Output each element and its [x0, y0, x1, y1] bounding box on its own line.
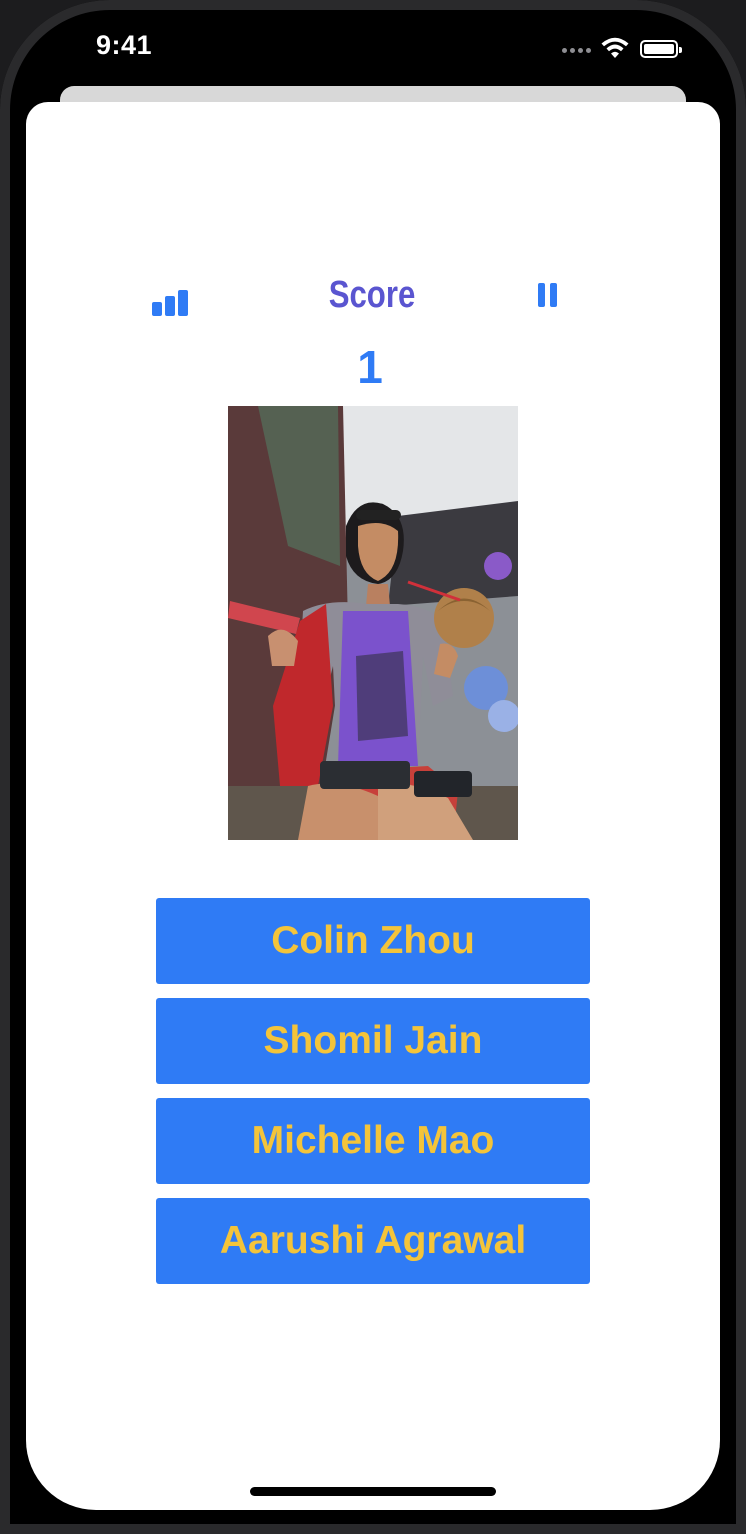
- answer-button-3[interactable]: Michelle Mao: [156, 1098, 590, 1184]
- pause-icon[interactable]: [538, 283, 558, 307]
- score-title: Score: [328, 274, 416, 316]
- answer-button-4[interactable]: Aarushi Agrawal: [156, 1198, 590, 1284]
- home-indicator[interactable]: [250, 1487, 496, 1496]
- status-time: 9:41: [96, 30, 153, 60]
- score-value: 1: [357, 341, 383, 393]
- portrait-photo-art: [228, 406, 518, 840]
- battery-icon: [640, 40, 682, 58]
- answer-button-2[interactable]: Shomil Jain: [156, 998, 590, 1084]
- signal-dots-icon: [562, 48, 592, 54]
- wifi-icon: [601, 37, 629, 58]
- answer-options: Colin Zhou Shomil Jain Michelle Mao Aaru…: [156, 898, 590, 1298]
- answer-button-1[interactable]: Colin Zhou: [156, 898, 590, 984]
- bar-chart-icon[interactable]: [152, 290, 188, 316]
- device-notch: [198, 12, 548, 62]
- portrait-photo: [228, 406, 518, 840]
